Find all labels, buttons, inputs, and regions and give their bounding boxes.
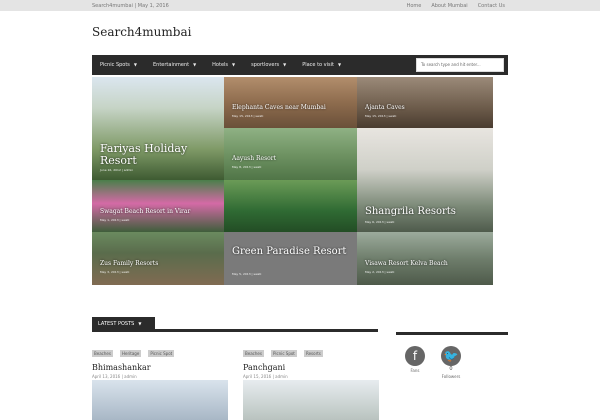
latest-posts-badge: LATEST POSTS ▼ (92, 317, 156, 331)
post-image[interactable] (92, 380, 228, 420)
nav-label: sportlovers (251, 62, 280, 68)
featured-tile-ajanta[interactable]: Ajanta Caves May 15, 2013 | swati (357, 77, 493, 128)
featured-title: Elephanta Caves near Mumbai (232, 104, 326, 111)
twitter-count: 0 (449, 366, 453, 372)
twitter-widget[interactable]: 🐦 0 Followers (436, 346, 466, 379)
featured-title: Zus Family Resorts (100, 260, 159, 267)
post-tags: Beaches Heritage Picnic Spot (92, 340, 228, 359)
featured-title: Shangrila Resorts (365, 206, 456, 217)
site-date: Search4mumbai | May 1, 2016 (92, 3, 169, 9)
facebook-widget[interactable]: f Fans (400, 346, 430, 373)
nav-entertainment[interactable]: Entertainment ▼ (145, 55, 204, 75)
nav-picnic-spots[interactable]: Picnic Spots ▼ (92, 55, 145, 75)
nav-label: Entertainment (153, 62, 190, 68)
caret-icon: ▼ (283, 62, 287, 67)
nav-label: Picnic Spots (100, 62, 130, 68)
home-link[interactable]: Home (407, 3, 422, 9)
featured-meta: May 6, 2013 | swati (365, 220, 395, 224)
contact-us-link[interactable]: Contact Us (478, 3, 505, 9)
featured-tile-zus[interactable]: Zus Family Resorts May 3, 2013 | swati (92, 232, 224, 285)
featured-meta: May 1, 2013 | swati (100, 218, 130, 222)
featured-tile-swagat[interactable]: Swagat Beach Resort in Virar May 1, 2013… (92, 180, 224, 232)
featured-grid: Fariyas Holiday Resort June 16, 2012 | a… (92, 77, 493, 285)
about-mumbai-link[interactable]: About Mumbai (431, 3, 467, 9)
top-links: Home About Mumbai Contact Us (407, 3, 505, 9)
post-panchgani: Beaches Picnic Spot Resorts Panchgani Ap… (243, 340, 379, 420)
post-tag[interactable]: Beaches (243, 350, 264, 357)
post-bhimashankar: Beaches Heritage Picnic Spot Bhimashanka… (92, 340, 228, 420)
post-tag[interactable]: Heritage (120, 350, 142, 357)
featured-title: Ajanta Caves (365, 104, 405, 111)
featured-title: Swagat Beach Resort in Virar (100, 208, 191, 215)
post-tag[interactable]: Picnic Spot (271, 350, 297, 357)
featured-tile-aayush[interactable]: Aayush Resort May 8, 2013 | swati (224, 128, 357, 180)
twitter-icon[interactable]: 🐦 (441, 346, 461, 366)
nav-place-to-visit[interactable]: Place to visit ▼ (294, 55, 349, 75)
featured-meta: May 15, 2013 | swati (232, 114, 264, 118)
featured-title: Fariyas Holiday Resort (100, 142, 188, 167)
post-tag[interactable]: Resorts (303, 350, 323, 357)
featured-meta: May 5, 2013 | swati (232, 272, 262, 276)
post-meta: April 13, 2016 | admin (92, 374, 137, 379)
featured-meta: May 3, 2013 | swati (100, 270, 130, 274)
latest-posts-header: LATEST POSTS ▼ (92, 317, 378, 332)
nav-sportlovers[interactable]: sportlovers ▼ (243, 55, 294, 75)
search-input[interactable]: To search type and hit enter... (416, 58, 504, 72)
sidebar-divider (396, 332, 508, 335)
featured-tile-shangrila[interactable]: Shangrila Resorts May 6, 2013 | swati (357, 128, 493, 232)
caret-icon: ▼ (193, 62, 197, 67)
featured-tile-fariyas[interactable]: Fariyas Holiday Resort June 16, 2012 | a… (92, 77, 224, 180)
nav-label: Place to visit (302, 62, 334, 68)
featured-meta: June 16, 2012 | admin (100, 168, 134, 172)
featured-title: Aayush Resort (232, 155, 277, 162)
twitter-label: Followers (441, 374, 461, 379)
social-widget: f Fans 🐦 0 Followers (396, 346, 508, 386)
featured-meta: May 2, 2013 | swati (365, 270, 395, 274)
featured-title: Visawa Resort Kelva Beach (365, 260, 448, 267)
featured-meta: May 8, 2013 | swati (232, 165, 262, 169)
nav-hotels[interactable]: Hotels ▼ (204, 55, 243, 75)
main-nav: Picnic Spots ▼ Entertainment ▼ Hotels ▼ spo… (92, 55, 508, 75)
featured-title: Green Paradise Resort (232, 246, 347, 257)
featured-tile-elephanta[interactable]: Elephanta Caves near Mumbai May 15, 2013… (224, 77, 357, 128)
post-tag[interactable]: Picnic Spot (148, 350, 175, 357)
post-tag[interactable]: Beaches (92, 350, 113, 357)
post-title[interactable]: Bhimashankar (92, 363, 228, 372)
post-tags: Beaches Picnic Spot Resorts (243, 340, 379, 359)
caret-icon: ▼ (232, 62, 236, 67)
featured-tile-green-paradise[interactable]: Green Paradise Resort May 5, 2013 | swat… (224, 232, 357, 285)
post-meta: April 15, 2016 | admin (243, 374, 288, 379)
featured-tile-visawa[interactable]: Visawa Resort Kelva Beach May 2, 2013 | … (357, 232, 493, 285)
caret-icon: ▼ (337, 62, 342, 67)
post-image[interactable] (243, 380, 379, 420)
featured-tile-green-paradise-image[interactable] (224, 180, 357, 232)
nav-label: Hotels (212, 62, 229, 68)
caret-icon: ▼ (138, 321, 142, 326)
caret-icon: ▼ (133, 62, 137, 67)
latest-posts-label: LATEST POSTS (98, 321, 135, 327)
facebook-label: Fans (410, 368, 420, 373)
post-title[interactable]: Panchgani (243, 363, 379, 372)
top-bar: Search4mumbai | May 1, 2016 Home About M… (0, 0, 600, 11)
facebook-icon[interactable]: f (405, 346, 425, 366)
featured-meta: May 15, 2013 | swati (365, 114, 397, 118)
site-title[interactable]: Search4mumbai (92, 25, 191, 39)
